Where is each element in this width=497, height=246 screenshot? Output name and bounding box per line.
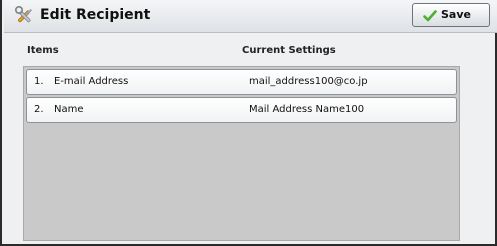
row-current-value: Mail Address Name100: [249, 104, 365, 115]
items-column-header: Items: [27, 45, 59, 56]
checkmark-icon: [423, 8, 437, 22]
page-title: Edit Recipient: [40, 7, 151, 23]
recipient-settings-list: 1. E-mail Address mail_address100@co.jp …: [23, 66, 460, 241]
wrench-screwdriver-icon: [14, 5, 36, 27]
save-button-label: Save: [441, 8, 471, 21]
row-number: 2.: [34, 104, 44, 115]
list-item[interactable]: 2. Name Mail Address Name100: [26, 97, 457, 123]
save-button[interactable]: Save: [412, 3, 490, 27]
edit-recipient-screen: Edit Recipient Save Items Current Settin…: [0, 0, 497, 246]
title-bar: Edit Recipient Save: [4, 0, 497, 33]
row-item-label: Name: [54, 104, 84, 115]
current-settings-column-header: Current Settings: [242, 45, 336, 56]
row-current-value: mail_address100@co.jp: [249, 76, 368, 87]
list-item[interactable]: 1. E-mail Address mail_address100@co.jp: [26, 69, 457, 95]
row-item-label: E-mail Address: [54, 76, 129, 87]
row-number: 1.: [34, 76, 44, 87]
